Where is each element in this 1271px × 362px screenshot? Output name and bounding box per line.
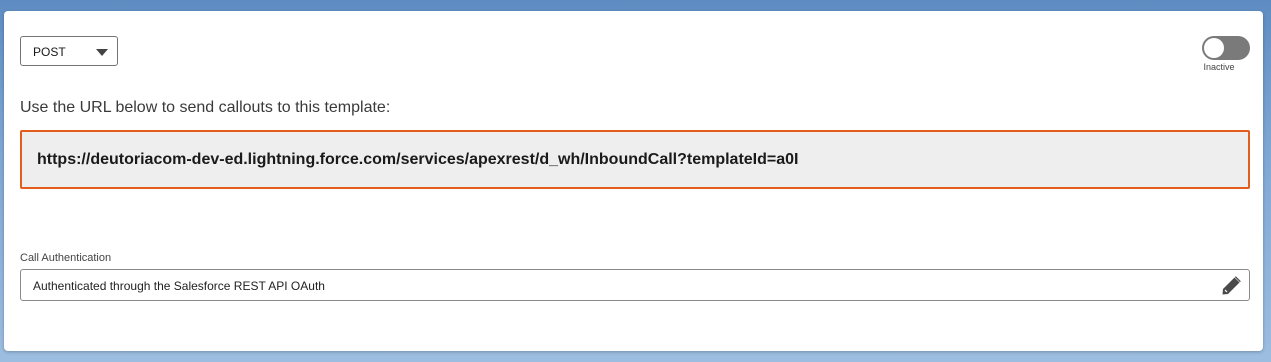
inbound-call-card: POST Inactive Use the URL below to send … xyxy=(4,11,1263,351)
pencil-icon[interactable] xyxy=(1219,274,1243,298)
callout-url-box[interactable]: https://deutoriacom-dev-ed.lightning.for… xyxy=(20,130,1250,189)
callout-url-text: https://deutoriacom-dev-ed.lightning.for… xyxy=(37,151,799,168)
http-method-select[interactable]: POST xyxy=(20,36,118,66)
call-authentication-value: Authenticated through the Salesforce RES… xyxy=(33,279,325,293)
toggle-knob xyxy=(1204,38,1224,58)
http-method-value: POST xyxy=(33,45,66,59)
call-authentication-label: Call Authentication xyxy=(20,252,112,264)
url-instruction-text: Use the URL below to send callouts to th… xyxy=(20,99,391,116)
toggle-status-label: Inactive xyxy=(1203,62,1235,72)
call-authentication-field: Authenticated through the Salesforce RES… xyxy=(20,269,1250,301)
chevron-down-icon xyxy=(96,49,108,56)
active-status-toggle[interactable] xyxy=(1202,36,1250,60)
